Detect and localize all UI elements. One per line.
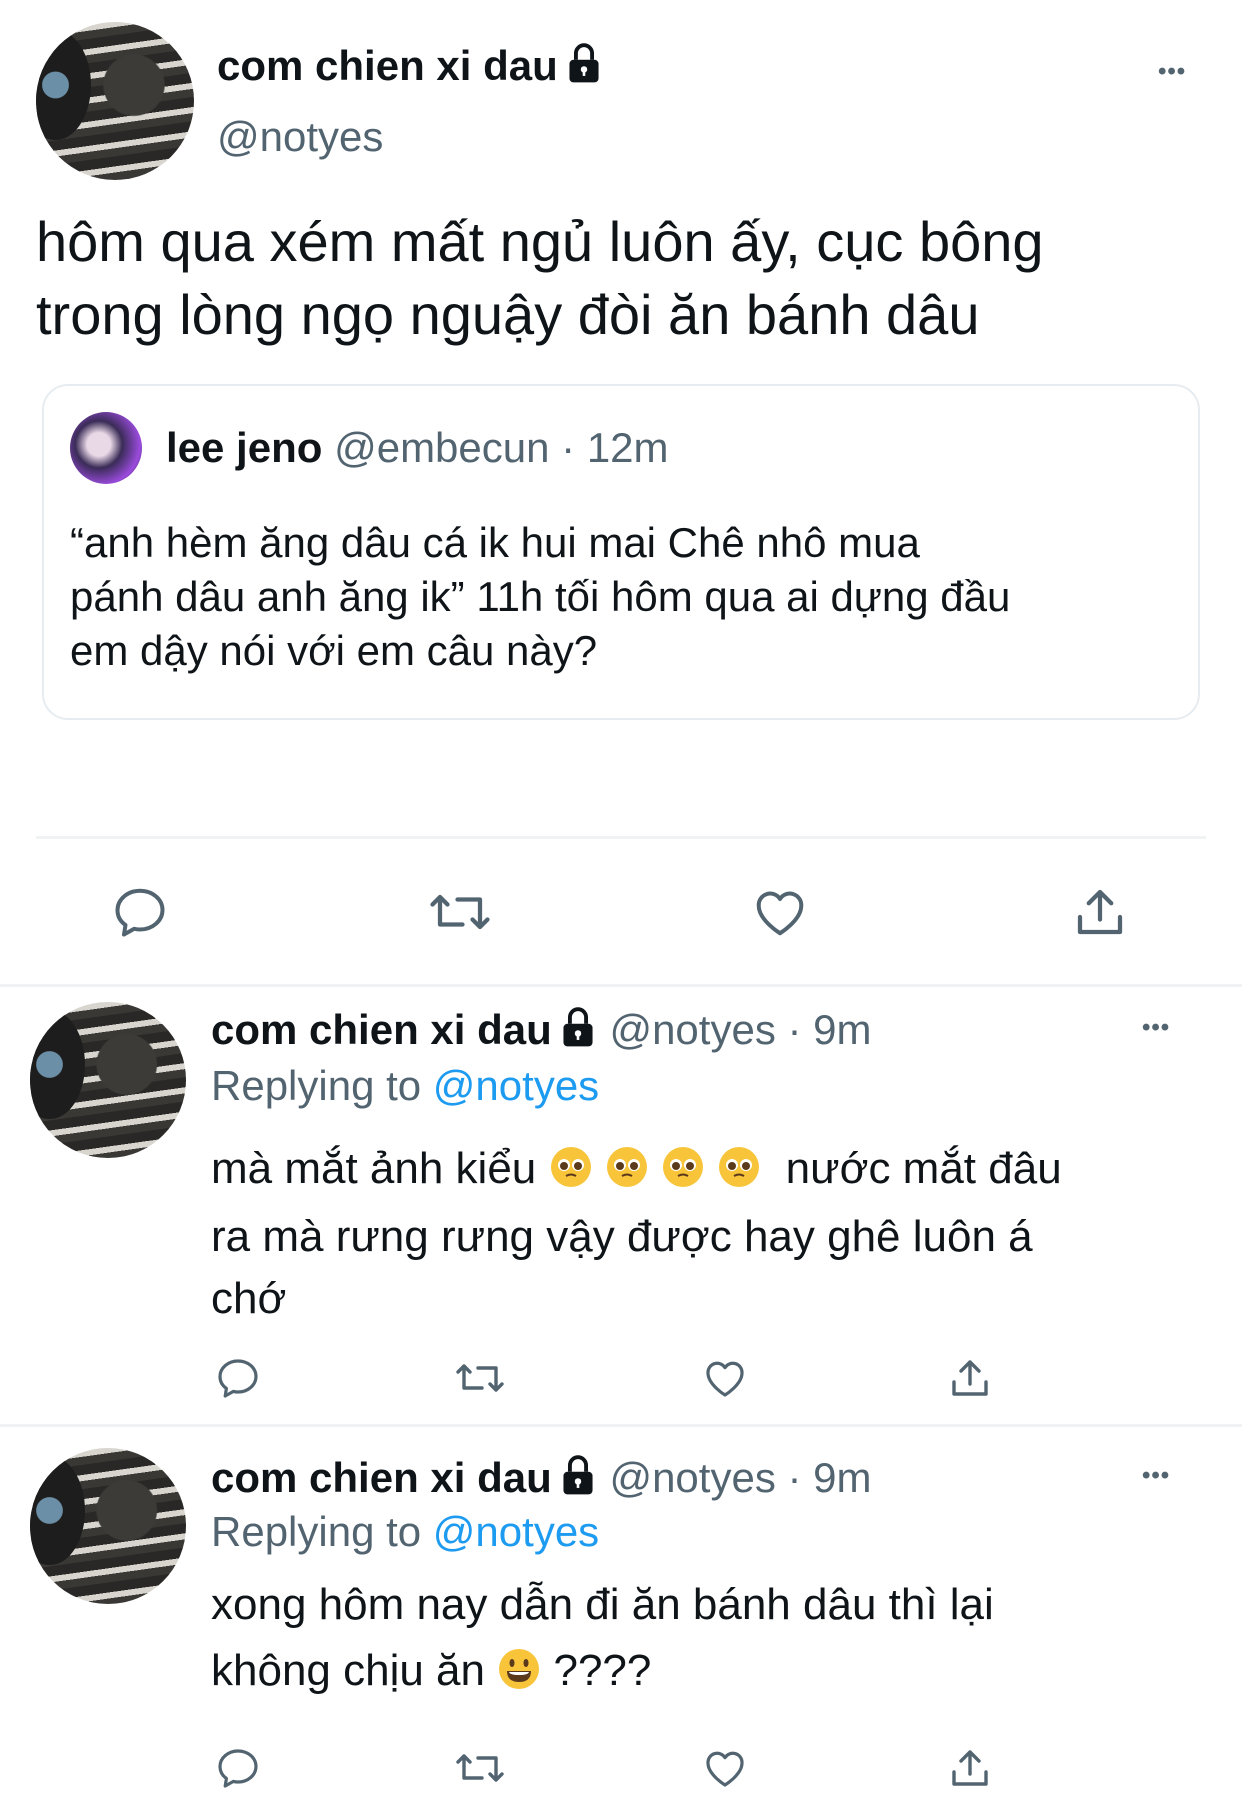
more-options-icon[interactable]: ••• (1158, 58, 1186, 86)
divider (36, 836, 1206, 839)
share-button[interactable] (940, 1738, 1000, 1798)
share-icon (952, 1750, 988, 1786)
replying-label: Replying to (211, 1062, 422, 1109)
tweet-text: mà mắt ảnh kiểu nước mắt đâu ra mà rưng … (211, 1138, 1211, 1330)
lock-icon (558, 1454, 598, 1506)
reply-header: com chien xi dau @notyes · 9m (211, 1006, 872, 1058)
heart-icon (706, 1361, 744, 1397)
share-button[interactable] (1060, 872, 1140, 952)
like-button[interactable] (695, 1738, 755, 1798)
reply-icon (218, 1749, 258, 1788)
avatar[interactable] (36, 22, 194, 180)
quote-header: lee jeno @embecun · 12m (166, 424, 669, 472)
more-options-icon[interactable]: ••• (1142, 1014, 1170, 1042)
like-button[interactable] (740, 872, 820, 952)
share-icon (952, 1360, 988, 1396)
replying-to-link[interactable]: @notyes (433, 1508, 599, 1555)
pleading-face-emoji (549, 1144, 593, 1206)
author-handle[interactable]: @notyes (609, 1006, 775, 1053)
heart-icon (756, 891, 804, 936)
replying-to-link[interactable]: @notyes (433, 1062, 599, 1109)
quote-author-handle: @embecun (334, 424, 550, 471)
retweet-button[interactable] (420, 872, 500, 952)
retweet-icon (456, 1754, 504, 1782)
tweet-text-part: mà mắt ảnh kiểu (211, 1144, 537, 1193)
reply-header: com chien xi dau @notyes · 9m (211, 1454, 872, 1506)
more-options-icon[interactable]: ••• (1142, 1462, 1170, 1490)
reply-icon (115, 888, 165, 937)
share-button[interactable] (940, 1348, 1000, 1408)
reply-button[interactable] (100, 872, 180, 952)
avatar[interactable] (30, 1002, 186, 1158)
author-name[interactable]: com chien xi dau (217, 42, 604, 94)
retweet-icon (456, 1364, 504, 1392)
retweet-button[interactable] (450, 1348, 510, 1408)
retweet-button[interactable] (450, 1738, 510, 1798)
quote-time: · 12m (561, 424, 669, 471)
replying-to: Replying to @notyes (211, 1508, 599, 1556)
heart-icon (706, 1751, 744, 1787)
lock-icon (558, 1006, 598, 1058)
replying-to: Replying to @notyes (211, 1062, 599, 1110)
author-handle[interactable]: @notyes (217, 113, 383, 161)
quote-tweet-card[interactable]: lee jeno @embecun · 12m “anh hèm ăng dâu… (42, 384, 1200, 720)
tweet-time: · 9m (787, 1006, 872, 1053)
divider (0, 1424, 1242, 1427)
author-name[interactable]: com chien xi dau (211, 1006, 552, 1053)
tweet-text-part: ???? (553, 1646, 652, 1695)
replying-label: Replying to (211, 1508, 422, 1555)
share-icon (1077, 889, 1123, 935)
tweet-text: xong hôm nay dẫn đi ăn bánh dâu thì lại … (211, 1572, 1211, 1710)
pleading-face-emoji (605, 1144, 649, 1206)
quote-author-name: lee jeno (166, 424, 323, 471)
reply-button[interactable] (208, 1348, 268, 1408)
pleading-face-emoji (717, 1144, 761, 1206)
tweet-time: · 9m (787, 1454, 872, 1501)
reply-button[interactable] (208, 1738, 268, 1798)
pleading-face-emoji (661, 1144, 705, 1206)
quote-text: “anh hèm ăng dâu cá ik hui mai Chê nhô m… (70, 519, 1011, 674)
author-name[interactable]: com chien xi dau (211, 1454, 552, 1501)
divider (0, 984, 1242, 987)
reply-icon (218, 1359, 258, 1398)
lock-icon (564, 42, 604, 94)
tweet-text: hôm qua xém mất ngủ luôn ấy, cục bông tr… (36, 210, 1044, 346)
like-button[interactable] (695, 1348, 755, 1408)
quote-avatar (70, 412, 142, 484)
grinning-face-emoji (497, 1644, 541, 1710)
retweet-icon (430, 894, 490, 930)
author-handle[interactable]: @notyes (609, 1454, 775, 1501)
avatar[interactable] (30, 1448, 186, 1604)
